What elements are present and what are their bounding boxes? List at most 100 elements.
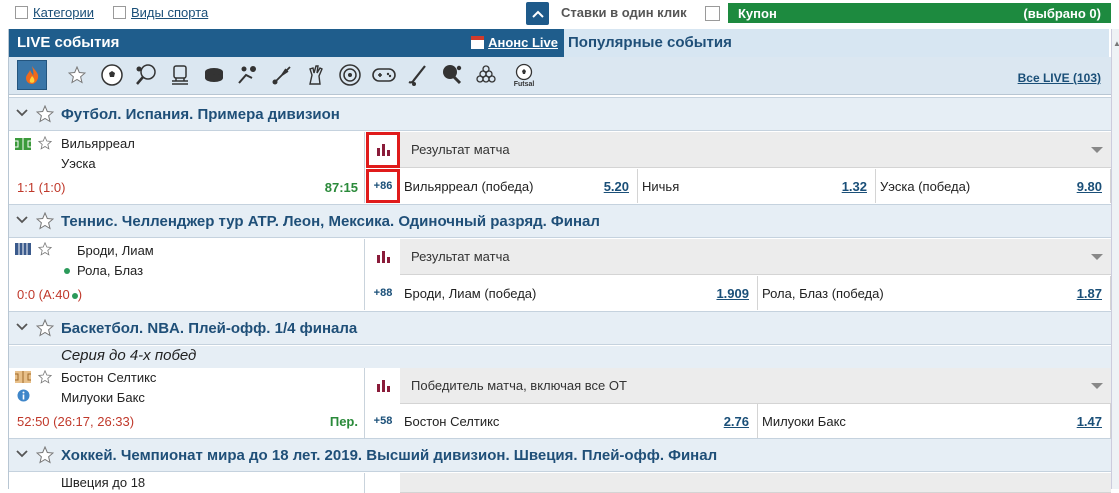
match-info-boston[interactable]: Бостон Селтикс Милуоки Бакс 52:50 (26:17… <box>9 368 365 439</box>
match-star-icon[interactable] <box>38 136 52 150</box>
ice-skating-icon[interactable] <box>165 60 195 90</box>
anons-live-link[interactable]: Анонс Live <box>471 35 558 50</box>
odd-value[interactable]: 9.80 <box>1077 179 1102 194</box>
coupon-bar[interactable]: Купон (выбрано 0) <box>728 3 1111 23</box>
favorite-star-icon[interactable] <box>36 105 54 123</box>
sports-label[interactable]: Виды спорта <box>131 5 208 20</box>
odd-label: Бостон Селтикс <box>404 413 500 429</box>
dropdown-arrow-icon[interactable] <box>1091 383 1103 389</box>
odd-cell[interactable]: Уэска (победа) 9.80 <box>876 169 1111 203</box>
odd-value[interactable]: 1.47 <box>1077 414 1102 429</box>
collapse-button[interactable] <box>526 2 549 25</box>
popular-title[interactable]: Популярные события <box>568 34 732 51</box>
star-icon[interactable] <box>62 60 92 90</box>
field-hockey-icon[interactable] <box>403 60 433 90</box>
statistics-button[interactable] <box>366 239 400 275</box>
team1-name[interactable]: Вильярреал <box>61 136 135 151</box>
favorite-star-icon[interactable] <box>36 212 54 230</box>
bar-chart-icon <box>377 144 390 156</box>
popular-events-tab[interactable]: Популярные события <box>564 29 1109 57</box>
anons-live-label[interactable]: Анонс Live <box>488 35 558 50</box>
volleyball-icon[interactable] <box>233 60 263 90</box>
match-star-icon[interactable] <box>38 242 52 256</box>
team2-name[interactable]: Уэска <box>61 156 96 171</box>
darts-icon[interactable] <box>335 60 365 90</box>
odd-cell[interactable]: Бостон Селтикс 2.76 <box>400 404 758 438</box>
chevron-down-icon[interactable] <box>15 449 29 459</box>
tennis-icon[interactable] <box>131 60 161 90</box>
odd-value[interactable]: 1.909 <box>716 286 749 301</box>
odd-cell[interactable]: Милуоки Бакс 1.47 <box>758 404 1111 438</box>
scroll-up-icon[interactable]: ▲ <box>1113 39 1119 48</box>
league-row-tennis[interactable]: Теннис. Челленджер тур ATP. Леон, Мексик… <box>9 204 1111 238</box>
chevron-down-icon[interactable] <box>15 322 29 332</box>
market-selector[interactable]: Результат матча <box>400 132 1111 168</box>
odd-cell[interactable]: Вильярреал (победа) 5.20 <box>400 169 638 203</box>
tennis-court-icon <box>15 243 31 255</box>
table-tennis-icon[interactable] <box>437 60 467 90</box>
futsal-icon[interactable]: Futsal <box>509 60 539 90</box>
match-info-sweden[interactable]: Швеция до 18 <box>9 473 365 493</box>
sport-filter-row: Futsal Все LIVE (103) <box>9 57 1111 95</box>
sports-filter[interactable]: Виды спорта <box>113 5 208 20</box>
odd-value[interactable]: 2.76 <box>724 414 749 429</box>
team1-name[interactable]: Бостон Селтикс <box>61 370 156 385</box>
bar-chart-icon <box>377 380 390 392</box>
odd-cell[interactable]: Броди, Лиам (победа) 1.909 <box>400 276 758 310</box>
market-selector[interactable]: Победитель матча, включая все ОТ <box>400 368 1111 404</box>
market-label[interactable]: Результат матча <box>411 142 510 157</box>
all-live-link[interactable]: Все LIVE (103) <box>1018 71 1101 85</box>
odd-cell[interactable]: Ничья 1.32 <box>638 169 876 203</box>
chevron-down-icon[interactable] <box>15 215 29 225</box>
dropdown-arrow-icon[interactable] <box>1091 147 1103 153</box>
market-label[interactable]: Победитель матча, включая все ОТ <box>411 378 627 393</box>
esports-gamepad-icon[interactable] <box>369 60 399 90</box>
match-score: 1:1 (1:0) <box>17 180 66 195</box>
live-title: LIVE события <box>17 34 120 51</box>
match-info-villarreal[interactable]: Вильярреал Уэска 1:1 (1:0) 87:15 <box>9 132 365 203</box>
team2-name[interactable]: Рола, Блаз <box>77 263 143 278</box>
favorite-star-icon[interactable] <box>36 319 54 337</box>
more-markets-button[interactable]: +88 <box>366 276 400 310</box>
team2-name[interactable]: Милуоки Бакс <box>61 390 145 405</box>
match-star-icon[interactable] <box>38 370 52 384</box>
sports-checkbox[interactable] <box>113 6 126 19</box>
info-icon[interactable] <box>17 389 30 402</box>
odd-value[interactable]: 5.20 <box>604 179 629 194</box>
coupon-label: Купон <box>738 5 777 21</box>
statistics-button[interactable] <box>366 368 400 404</box>
league-row-football[interactable]: Футбол. Испания. Примера дивизион <box>9 97 1111 131</box>
one-click-checkbox[interactable] <box>705 6 720 21</box>
hockey-puck-icon[interactable] <box>199 60 229 90</box>
league-row-hockey[interactable]: Хоккей. Чемпионат мира до 18 лет. 2019. … <box>9 438 1111 472</box>
match-info-brodie[interactable]: Броди, Лиам Рола, Блаз 0:0 (A:40) <box>9 239 365 310</box>
fire-icon[interactable] <box>17 60 47 90</box>
snooker-icon[interactable] <box>471 60 501 90</box>
league-row-basketball[interactable]: Баскетбол. NBA. Плей-офф. 1/4 финала <box>9 311 1111 345</box>
handball-icon[interactable] <box>301 60 331 90</box>
categories-label[interactable]: Категории <box>33 5 94 20</box>
top-filter-bar: Категории Виды спорта Ставки в один клик… <box>0 0 1119 28</box>
badminton-icon[interactable] <box>267 60 297 90</box>
market-label[interactable]: Результат матча <box>411 249 510 264</box>
football-field-icon <box>15 138 31 150</box>
team1-name[interactable]: Швеция до 18 <box>61 475 145 490</box>
categories-checkbox[interactable] <box>15 6 28 19</box>
scrollbar[interactable]: ▲ <box>1111 29 1119 489</box>
market-selector[interactable]: Результат матча <box>400 239 1111 275</box>
odd-cell[interactable]: Рола, Блаз (победа) 1.87 <box>758 276 1111 310</box>
odd-value[interactable]: 1.87 <box>1077 286 1102 301</box>
categories-filter[interactable]: Категории <box>15 5 94 20</box>
favorite-star-icon[interactable] <box>36 446 54 464</box>
match-period: Пер. <box>329 414 358 429</box>
league-name: Футбол. Испания. Примера дивизион <box>61 106 340 123</box>
chevron-down-icon[interactable] <box>15 108 29 118</box>
more-markets-button[interactable]: +58 <box>366 404 400 438</box>
odd-value[interactable]: 1.32 <box>842 179 867 194</box>
dropdown-arrow-icon[interactable] <box>1091 254 1103 260</box>
market-selector[interactable] <box>400 473 1111 493</box>
statistics-button[interactable] <box>366 132 400 168</box>
more-markets-button[interactable]: +86 <box>366 169 400 203</box>
team1-name[interactable]: Броди, Лиам <box>77 243 154 258</box>
football-icon[interactable] <box>97 60 127 90</box>
